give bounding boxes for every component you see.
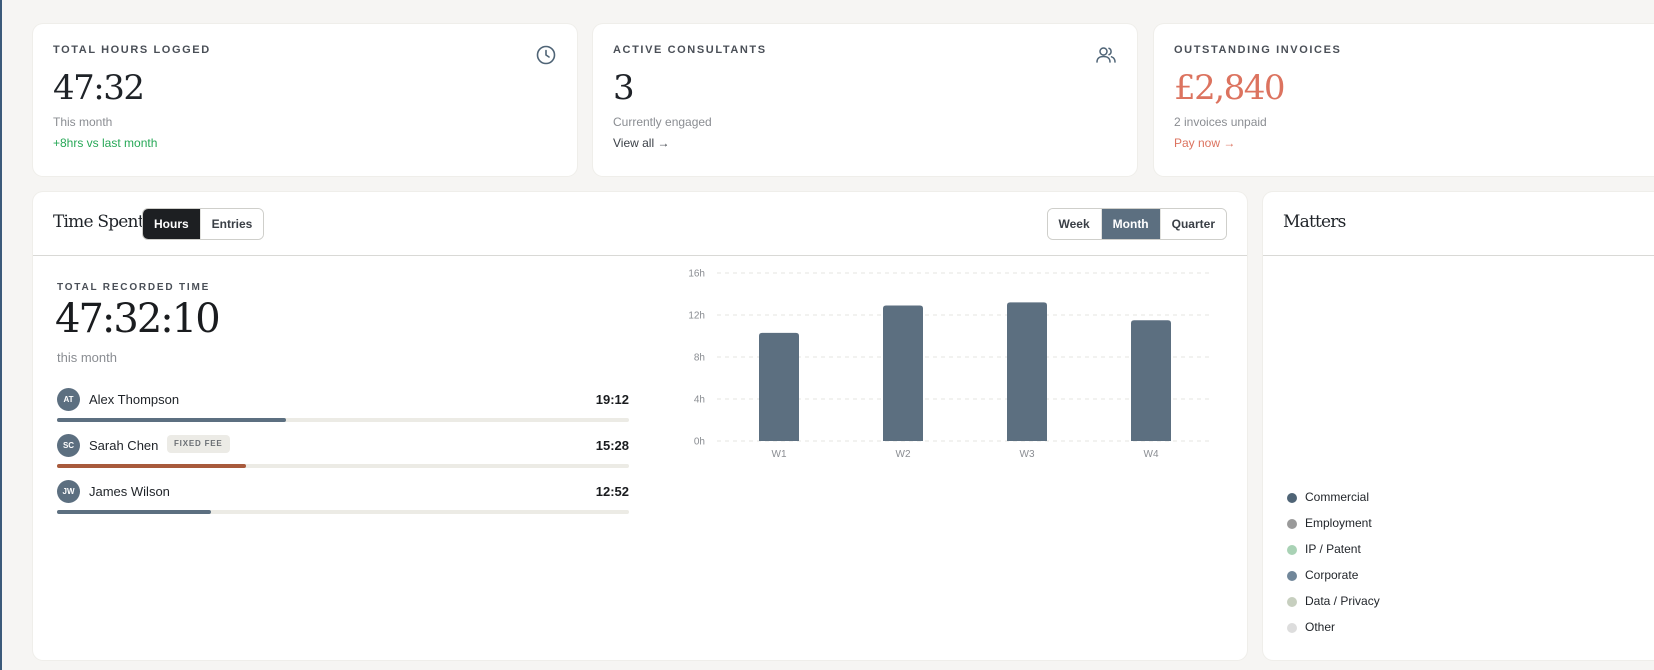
matters-panel: Matters Commercial Employment IP / Paten… — [1263, 192, 1654, 660]
y-tick-label: 16h — [688, 269, 705, 280]
panel-title: Time Spent — [53, 212, 145, 232]
stat-card-total-hours: TOTAL HOURS LOGGED 47:32 This month +8hr… — [33, 24, 577, 176]
bar-w2[interactable] — [883, 305, 923, 441]
stat-label: OUTSTANDING INVOICES — [1174, 44, 1342, 56]
stat-sub: Currently engaged — [613, 115, 712, 129]
y-tick-label: 0h — [694, 437, 705, 448]
consultant-name: Alex Thompson — [89, 392, 180, 407]
legend-dot — [1287, 519, 1297, 529]
stat-value: £2,840 — [1174, 68, 1285, 108]
x-tick-label: W4 — [1144, 449, 1159, 460]
x-tick-label: W2 — [896, 449, 911, 460]
legend-label: Employment — [1305, 516, 1372, 530]
legend-dot — [1287, 597, 1297, 607]
consultant-name: Sarah Chen — [89, 438, 159, 453]
stat-card-active-consultants: ACTIVE CONSULTANTS 3 Currently engaged V… — [593, 24, 1137, 176]
consultant-row[interactable]: JW James Wilson 12:52 — [57, 480, 629, 516]
consultant-row[interactable]: AT Alex Thompson 19:12 — [57, 388, 629, 424]
legend-dot — [1287, 545, 1297, 555]
legend-dot — [1287, 493, 1297, 503]
clock-icon — [536, 45, 556, 65]
stat-card-outstanding-invoices: OUTSTANDING INVOICES £2,840 2 invoices u… — [1154, 24, 1654, 176]
stat-sub: This month — [53, 115, 113, 129]
progress-track — [57, 464, 629, 468]
time-bar-chart: 0h 4h 8h 12h 16h W1 W2 W3 W4 — [688, 269, 1213, 460]
y-tick-label: 12h — [688, 311, 705, 322]
consultant-name: James Wilson — [89, 484, 170, 499]
stat-label: TOTAL HOURS LOGGED — [53, 44, 211, 56]
panel-header: Matters — [1263, 192, 1654, 256]
progress-fill — [57, 464, 246, 468]
total-label: TOTAL RECORDED TIME — [57, 282, 211, 293]
panel-header: Time Spent Hours Entries Week Month Quar… — [33, 192, 1247, 256]
consultant-time: 12:52 — [595, 484, 629, 499]
progress-track — [57, 510, 629, 514]
stat-trend: +8hrs vs last month — [53, 136, 158, 150]
stat-sub: 2 invoices unpaid — [1174, 115, 1267, 129]
x-tick-label: W3 — [1020, 449, 1035, 460]
panel-title: Matters — [1283, 212, 1346, 232]
progress-track — [57, 418, 629, 422]
period-month[interactable]: Month — [1100, 209, 1160, 239]
legend-label: Data / Privacy — [1305, 594, 1380, 608]
consultant-row[interactable]: SC Sarah Chen FIXED FEE 15:28 — [57, 434, 629, 470]
avatar: SC — [57, 434, 80, 457]
bar-w4[interactable] — [1131, 320, 1171, 441]
x-tick-label: W1 — [772, 449, 787, 460]
window-edge — [0, 0, 2, 670]
progress-fill — [57, 418, 286, 422]
consultant-time: 19:12 — [595, 392, 629, 407]
period-quarter[interactable]: Quarter — [1159, 209, 1226, 239]
tab-entries[interactable]: Entries — [199, 209, 264, 239]
y-tick-label: 8h — [694, 353, 705, 364]
fixed-fee-badge: FIXED FEE — [167, 435, 230, 453]
progress-fill — [57, 510, 212, 514]
legend-dot — [1287, 623, 1297, 633]
users-icon — [1096, 47, 1116, 63]
avatar: JW — [57, 480, 80, 503]
legend-dot — [1287, 571, 1297, 581]
legend-label: Other — [1305, 620, 1336, 634]
time-spent-panel: Time Spent Hours Entries Week Month Quar… — [33, 192, 1247, 660]
avatar: AT — [57, 388, 80, 411]
legend-label: IP / Patent — [1305, 542, 1361, 556]
tab-hours[interactable]: Hours — [143, 209, 200, 239]
legend-label: Commercial — [1305, 490, 1370, 504]
bar-w1[interactable] — [759, 332, 799, 441]
stat-value: 3 — [613, 68, 635, 108]
y-tick-label: 4h — [694, 395, 705, 406]
stat-value: 47:32 — [53, 68, 145, 108]
bar-w3[interactable] — [1007, 302, 1047, 441]
total-sub: this month — [57, 350, 117, 365]
stat-label: ACTIVE CONSULTANTS — [613, 44, 767, 56]
total-value: 47:32:10 — [55, 296, 221, 342]
period-week[interactable]: Week — [1047, 209, 1101, 239]
view-toggle: Hours Entries — [142, 208, 265, 240]
legend-label: Corporate — [1305, 568, 1359, 582]
pay-now-link[interactable]: Pay now → — [1174, 136, 1654, 150]
consultant-time: 15:28 — [595, 438, 629, 453]
view-all-link[interactable]: View all → — [613, 136, 1117, 150]
period-toggle: Week Month Quarter — [1046, 208, 1227, 240]
